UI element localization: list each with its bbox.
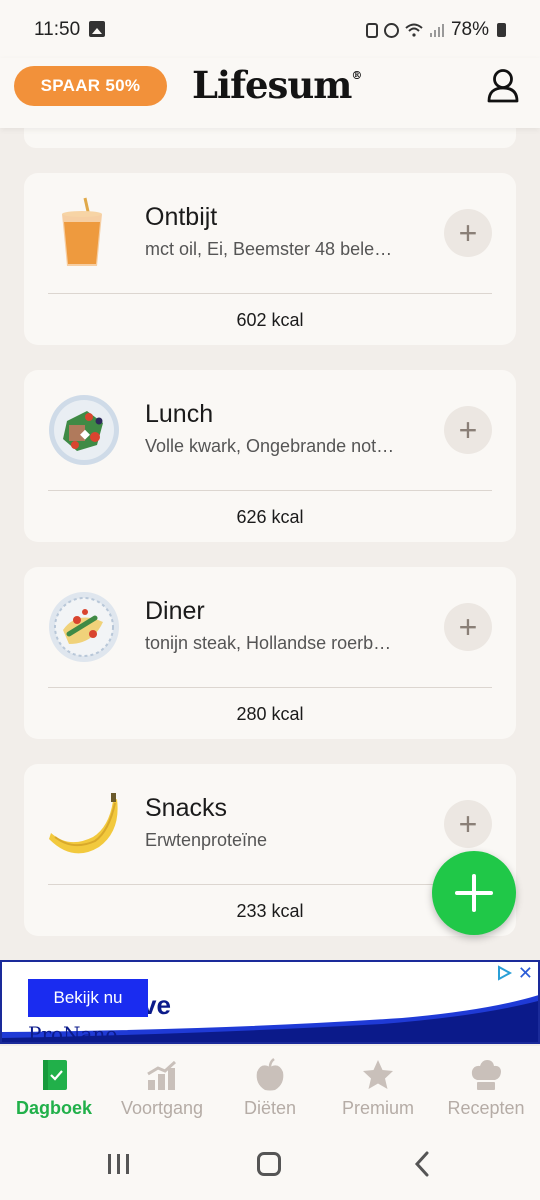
chef-hat-icon <box>471 1060 501 1090</box>
add-food-button[interactable]: + <box>444 603 492 651</box>
banana-icon <box>49 793 118 854</box>
back-icon[interactable] <box>412 1150 432 1178</box>
app-header: SPAAR 50% Lifesum® <box>0 58 540 128</box>
meal-kcal: 626 kcal <box>236 507 304 527</box>
alarm-icon <box>383 22 399 38</box>
plus-icon <box>455 874 493 912</box>
plus-icon: + <box>458 412 478 448</box>
card-divider <box>48 293 492 294</box>
logo-text: Lifesum <box>192 63 352 107</box>
meal-card-lunch[interactable]: Lunch Volle kwark, Ongebrande not… + 626… <box>24 370 516 542</box>
meal-name: Snacks <box>145 794 227 822</box>
nav-item-premium[interactable]: Premium <box>324 1046 432 1132</box>
add-food-button[interactable]: + <box>444 800 492 848</box>
logo-registered-mark: ® <box>351 69 362 82</box>
nav-label: Dagboek <box>15 1098 93 1118</box>
meal-kcal: 280 kcal <box>236 704 304 724</box>
wifi-icon <box>405 23 423 37</box>
system-navigation-bar <box>0 1132 540 1200</box>
meal-name: Diner <box>145 597 205 625</box>
nav-label: Premium <box>341 1098 414 1118</box>
profile-icon[interactable] <box>486 68 520 104</box>
nav-label: Voortgang <box>120 1098 204 1118</box>
meal-name: Ontbijt <box>145 203 218 231</box>
nav-item-dieten[interactable]: Diëten <box>216 1046 324 1132</box>
meal-items: mct oil, Ei, Beemster 48 bele… <box>145 239 393 259</box>
card-divider <box>48 490 492 491</box>
diary-icon <box>43 1060 67 1090</box>
star-icon <box>363 1060 393 1089</box>
plus-icon: + <box>458 609 478 645</box>
salad-icon <box>49 395 119 465</box>
bottom-navigation: Dagboek Voortgang Diëten Premium Recepte… <box>0 1046 540 1132</box>
promo-button[interactable]: SPAAR 50% <box>14 66 167 106</box>
ad-cta-button[interactable]: Bekijk nu <box>28 979 148 1017</box>
battery-percent: 78% <box>450 19 489 40</box>
add-entry-fab[interactable] <box>432 851 516 935</box>
previous-card-edge <box>24 128 516 148</box>
recent-apps-icon[interactable] <box>106 1152 132 1176</box>
app-logo: Lifesum® <box>192 63 362 107</box>
pasta-icon <box>49 592 119 662</box>
close-icon[interactable]: ✕ <box>518 963 533 984</box>
battery-icon <box>497 23 506 37</box>
progress-chart-icon <box>147 1060 177 1090</box>
meal-name: Lunch <box>145 400 214 428</box>
add-food-button[interactable]: + <box>444 209 492 257</box>
nav-label: Recepten <box>447 1098 525 1118</box>
add-food-button[interactable]: + <box>444 406 492 454</box>
nav-item-recepten[interactable]: Recepten <box>432 1046 540 1132</box>
diary-content: Ontbijt mct oil, Ei, Beemster 48 bele… +… <box>0 128 540 960</box>
status-icons: 78% <box>365 19 506 41</box>
juice-icon <box>62 197 102 266</box>
home-icon[interactable] <box>257 1152 281 1176</box>
status-time: 11:50 <box>34 19 81 40</box>
nfc-icon <box>365 22 378 38</box>
ad-sub-text: ProNano <box>28 1022 118 1044</box>
meal-items: Erwtenproteïne <box>145 830 268 850</box>
signal-icon <box>429 24 444 37</box>
card-divider <box>48 884 492 885</box>
nav-item-voortgang[interactable]: Voortgang <box>108 1046 216 1132</box>
meal-items: Volle kwark, Ongebrande not… <box>145 436 395 456</box>
meal-card-dinner[interactable]: Diner tonijn steak, Hollandse roerb… + 2… <box>24 567 516 739</box>
status-bar: 11:50 78% <box>0 0 540 58</box>
gallery-notification-icon <box>89 21 105 37</box>
meal-kcal: 602 kcal <box>236 310 304 330</box>
apple-icon <box>256 1058 284 1091</box>
nav-label: Diëten <box>243 1098 297 1118</box>
meal-card-breakfast[interactable]: Ontbijt mct oil, Ei, Beemster 48 bele… +… <box>24 173 516 345</box>
plus-icon: + <box>458 806 478 842</box>
card-divider <box>48 687 492 688</box>
plus-icon: + <box>458 215 478 251</box>
ad-banner[interactable]: ve ProNano Bekijk nu ✕ <box>0 960 540 1044</box>
meal-items: tonijn steak, Hollandse roerb… <box>145 633 392 653</box>
nav-item-dagboek[interactable]: Dagboek <box>0 1046 108 1132</box>
ad-choices-icon[interactable] <box>496 965 512 981</box>
